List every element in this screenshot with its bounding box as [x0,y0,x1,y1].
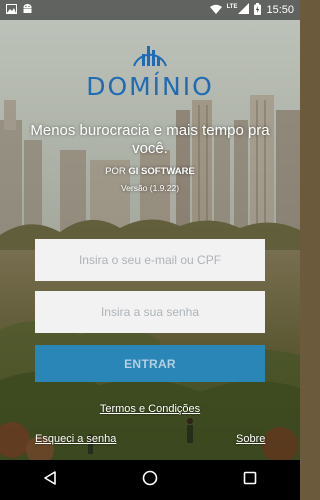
status-time: 15:50 [266,4,294,16]
logo-text: DOMÍNIO [86,72,214,101]
signal-icon [238,3,250,17]
byline: POR GI SOFTWARE [0,166,300,177]
wifi-icon [209,4,222,17]
tagline: Menos burocracia e mais tempo pra você. [30,122,270,157]
version-label: Versão (1.9.22) [120,183,180,193]
status-left [6,3,33,17]
byline-prefix: POR [105,166,126,177]
login-button[interactable]: ENTRAR [35,345,265,382]
home-button[interactable] [130,465,170,495]
forgot-password-link[interactable]: Esqueci a senha [35,433,116,445]
email-input[interactable] [35,239,265,281]
android-icon [22,3,33,17]
battery-icon [254,2,262,18]
recents-icon [243,471,257,490]
byline-company: GI SOFTWARE [128,166,195,177]
navigation-bar [0,460,300,500]
app-logo: DOMÍNIO [0,40,300,101]
status-right: LTE 15:50 [209,2,294,18]
password-input[interactable] [35,291,265,333]
logo-bars-icon [130,40,170,70]
recents-button[interactable] [230,465,270,495]
image-icon [6,3,17,17]
terms-link[interactable]: Termos e Condições [0,403,300,415]
back-icon [43,470,57,490]
about-link[interactable]: Sobre [236,433,265,445]
status-bar: LTE 15:50 [0,0,300,20]
network-type: LTE [226,4,238,10]
home-icon [142,470,158,491]
back-button[interactable] [30,465,70,495]
